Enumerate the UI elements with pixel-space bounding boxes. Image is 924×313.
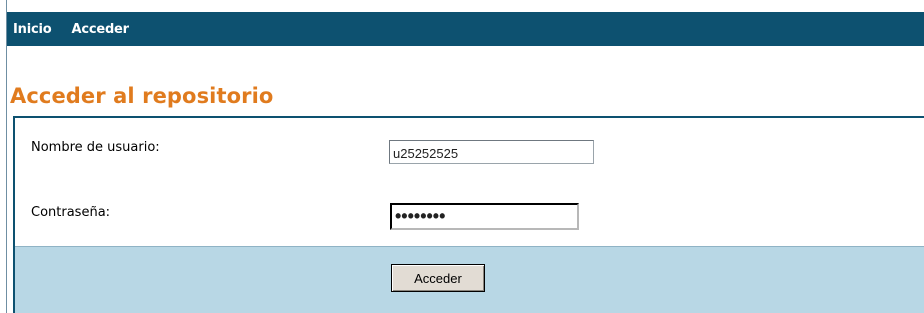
login-form: Nombre de usuario: Contraseña: Acceder <box>13 116 924 313</box>
login-page: Inicio Acceder Acceder al repositorio No… <box>0 0 924 313</box>
password-label: Contraseña: <box>31 205 111 220</box>
username-label: Nombre de usuario: <box>31 140 160 155</box>
left-frame-border <box>6 0 7 313</box>
page-title: Acceder al repositorio <box>10 84 274 108</box>
acceder-button[interactable]: Acceder <box>391 264 485 292</box>
username-input[interactable] <box>389 140 594 164</box>
nav-item-inicio[interactable]: Inicio <box>13 22 52 37</box>
password-input[interactable] <box>390 203 579 230</box>
submit-row: Acceder <box>15 246 924 313</box>
nav-item-acceder[interactable]: Acceder <box>71 22 129 37</box>
top-navigation-bar: Inicio Acceder <box>7 12 924 46</box>
